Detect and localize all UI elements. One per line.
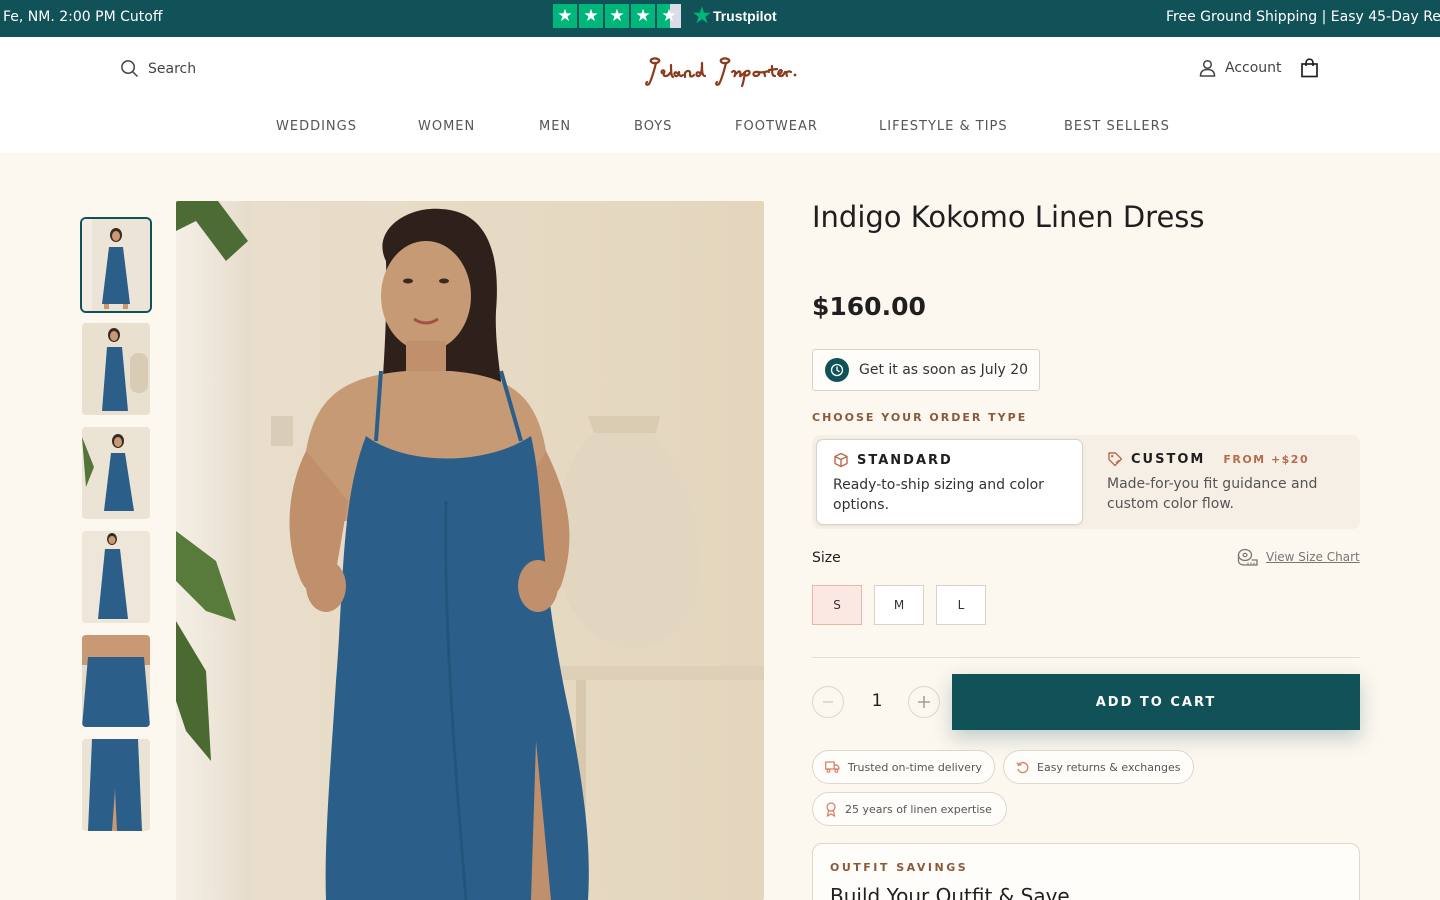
size-label: Size (812, 550, 841, 566)
thumbnail-image (82, 635, 150, 727)
search-button[interactable]: Search (120, 59, 196, 78)
product-title: Indigo Kokomo Linen Dress (812, 200, 1205, 234)
trust-chip-delivery: Trusted on-time delivery (812, 750, 995, 784)
outfit-savings-card: OUTFIT SAVINGS Build Your Outfit & Save (812, 843, 1360, 900)
trustpilot-brand: ★ Trustpilot (693, 6, 777, 26)
order-type-description: Ready-to-ship sizing and color options. (833, 477, 1044, 513)
trustpilot-label: Trustpilot (712, 8, 777, 24)
shipping-promo-text: Free Ground Shipping | Easy 45-Day Re (1166, 9, 1440, 25)
clock-icon (825, 358, 849, 382)
account-label: Account (1225, 60, 1282, 76)
order-type-heading: CHOOSE YOUR ORDER TYPE (812, 411, 1028, 424)
shopping-bag-icon (1301, 58, 1318, 78)
plus-icon (918, 696, 930, 708)
product-thumbnail-1[interactable] (80, 217, 152, 313)
site-logo[interactable] (644, 51, 800, 91)
product-thumbnail-4[interactable] (82, 531, 150, 623)
trust-chip-returns: Easy returns & exchanges (1003, 750, 1194, 784)
product-main-image[interactable] (176, 201, 764, 900)
size-option-s[interactable]: S (812, 585, 862, 625)
order-type-description: Made-for-you fit guidance and custom col… (1107, 476, 1318, 512)
search-icon (121, 60, 138, 77)
order-type-selector: STANDARD Ready-to-ship sizing and color … (812, 435, 1360, 529)
product-photo (176, 201, 764, 900)
thumbnail-image (82, 739, 150, 831)
quantity-decrease-button[interactable] (812, 686, 844, 718)
tag-icon (1108, 452, 1123, 467)
order-type-name: STANDARD (857, 452, 953, 468)
star-icon: ★ (605, 4, 629, 28)
trustpilot-widget[interactable]: ★ ★ ★ ★ ★ ★ Trustpilot (553, 4, 777, 28)
trust-chip-label: Easy returns & exchanges (1037, 760, 1181, 774)
trust-chip-label: Trusted on-time delivery (847, 760, 982, 774)
trust-chip-expertise: 25 years of linen expertise (812, 792, 1007, 826)
half-star-icon: ★ (657, 4, 681, 28)
size-option-l[interactable]: L (936, 585, 986, 625)
nav-item-boys[interactable]: BOYS (634, 119, 672, 134)
delivery-estimate: Get it as soon as July 20 (812, 349, 1040, 391)
order-type-name: CUSTOM (1131, 451, 1206, 467)
truck-icon (825, 761, 840, 773)
star-icon: ★ (579, 4, 603, 28)
trustpilot-stars: ★ ★ ★ ★ ★ (553, 4, 681, 28)
measuring-tape-icon (1237, 548, 1258, 566)
outfit-savings-title: Build Your Outfit & Save (830, 884, 1070, 900)
award-ribbon-icon (826, 801, 836, 817)
nav-item-footwear[interactable]: FOOTWEAR (735, 119, 818, 134)
product-thumbnail-3[interactable] (82, 427, 150, 519)
product-thumbnail-5[interactable] (82, 635, 150, 727)
size-chart-link[interactable]: View Size Chart (1237, 548, 1360, 566)
star-icon: ★ (631, 4, 655, 28)
product-price: $160.00 (812, 292, 926, 321)
nav-item-women[interactable]: WOMEN (418, 119, 475, 134)
add-to-cart-button[interactable]: ADD TO CART (952, 674, 1360, 730)
nav-item-men[interactable]: MEN (539, 119, 571, 134)
quantity-increase-button[interactable] (908, 686, 940, 718)
section-divider (812, 657, 1360, 658)
nav-item-weddings[interactable]: WEDDINGS (276, 119, 357, 134)
order-type-standard[interactable]: STANDARD Ready-to-ship sizing and color … (816, 439, 1083, 525)
announcement-bar: Fe, NM. 2:00 PM Cutoff ★ ★ ★ ★ ★ ★ Trust… (0, 0, 1440, 37)
thumbnail-image (82, 427, 150, 519)
nav-item-lifestyle-tips[interactable]: LIFESTYLE & TIPS (879, 119, 1008, 134)
product-thumbnail-2[interactable] (82, 323, 150, 415)
thumbnail-image (82, 531, 150, 623)
trustpilot-logo-icon: ★ (693, 5, 711, 27)
package-icon (834, 452, 848, 468)
size-chart-label: View Size Chart (1266, 550, 1360, 564)
star-icon: ★ (553, 4, 577, 28)
search-label: Search (148, 60, 197, 77)
return-arrow-icon (1016, 761, 1029, 773)
custom-price-badge: FROM +$20 (1223, 452, 1310, 466)
logo-wordmark (645, 57, 797, 88)
minus-icon (823, 701, 833, 703)
delivery-estimate-text: Get it as soon as July 20 (859, 362, 1029, 378)
cutoff-text: Fe, NM. 2:00 PM Cutoff (3, 9, 163, 25)
trust-chip-label: 25 years of linen expertise (845, 802, 992, 816)
product-thumbnail-6[interactable] (82, 739, 150, 831)
cart-button[interactable] (1300, 58, 1319, 82)
thumbnail-image (82, 219, 150, 311)
size-option-m[interactable]: M (874, 585, 924, 625)
site-header: Search Account WEDDINGS WOMEN MEN BOYS F… (0, 37, 1440, 153)
order-type-custom[interactable]: CUSTOM FROM +$20 Made-for-you fit guidan… (1091, 439, 1356, 525)
quantity-value[interactable]: 1 (862, 691, 892, 711)
outfit-savings-label: OUTFIT SAVINGS (830, 861, 969, 874)
account-link[interactable]: Account (1199, 59, 1282, 77)
thumbnail-image (82, 323, 150, 415)
nav-item-best-sellers[interactable]: BEST SELLERS (1064, 119, 1170, 134)
user-icon (1199, 59, 1216, 77)
